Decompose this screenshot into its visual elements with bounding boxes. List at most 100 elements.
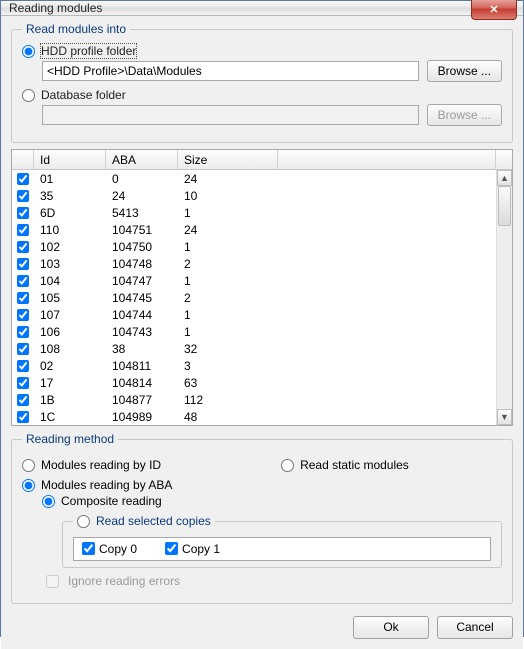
table-row[interactable]: 01024	[12, 170, 512, 187]
cell-id: 108	[34, 342, 106, 356]
close-button[interactable]: ✕	[471, 0, 517, 20]
radio-database-label: Database folder	[41, 88, 126, 102]
cell-size: 1	[178, 240, 278, 254]
radio-by-aba[interactable]	[22, 479, 35, 492]
cell-size: 1	[178, 308, 278, 322]
check-copy0[interactable]	[82, 542, 95, 555]
cell-id: 102	[34, 240, 106, 254]
cell-aba: 38	[106, 342, 178, 356]
cell-aba: 104744	[106, 308, 178, 322]
table-row[interactable]: 1051047452	[12, 289, 512, 306]
row-checkbox[interactable]	[17, 326, 29, 338]
scroll-thumb[interactable]	[498, 186, 511, 226]
cell-aba: 104743	[106, 325, 178, 339]
table-row[interactable]: 021048113	[12, 357, 512, 374]
cell-id: 01	[34, 172, 106, 186]
hdd-profile-path-input[interactable]	[42, 61, 419, 81]
table-row[interactable]: 1041047471	[12, 272, 512, 289]
cell-aba: 0	[106, 172, 178, 186]
cell-aba: 104750	[106, 240, 178, 254]
cell-size: 1	[178, 206, 278, 220]
radio-by-id[interactable]	[22, 459, 35, 472]
cell-id: 106	[34, 325, 106, 339]
table-row[interactable]: 11010475124	[12, 221, 512, 238]
table-row[interactable]: 6D54131	[12, 204, 512, 221]
row-checkbox[interactable]	[17, 394, 29, 406]
cell-size: 2	[178, 291, 278, 305]
row-checkbox[interactable]	[17, 173, 29, 185]
cell-id: 02	[34, 359, 106, 373]
cell-id: 35	[34, 189, 106, 203]
row-checkbox[interactable]	[17, 343, 29, 355]
radio-static-label: Read static modules	[300, 458, 409, 472]
cell-size: 24	[178, 172, 278, 186]
radio-read-selected[interactable]	[77, 515, 90, 528]
col-size[interactable]: Size	[178, 150, 278, 169]
table-row[interactable]: 1061047431	[12, 323, 512, 340]
table-row[interactable]: 1B104877112	[12, 391, 512, 408]
cell-aba: 104747	[106, 274, 178, 288]
table-row[interactable]: 1083832	[12, 340, 512, 357]
read-into-legend: Read modules into	[22, 22, 130, 36]
cell-aba: 104811	[106, 359, 178, 373]
col-aba[interactable]: ABA	[106, 150, 178, 169]
cell-id: 103	[34, 257, 106, 271]
col-scroll-header	[496, 150, 512, 169]
check-ignore-errors	[46, 575, 59, 588]
row-checkbox[interactable]	[17, 275, 29, 287]
list-header: Id ABA Size	[12, 150, 512, 170]
cell-aba: 5413	[106, 206, 178, 220]
cell-size: 10	[178, 189, 278, 203]
cancel-button[interactable]: Cancel	[437, 616, 513, 639]
radio-by-aba-label: Modules reading by ABA	[41, 478, 172, 492]
table-row[interactable]: 1031047482	[12, 255, 512, 272]
row-checkbox[interactable]	[17, 241, 29, 253]
table-row[interactable]: 1071047441	[12, 306, 512, 323]
title-bar: Reading modules ✕	[1, 1, 523, 16]
cell-aba: 104989	[106, 410, 178, 424]
cell-id: 17	[34, 376, 106, 390]
col-check[interactable]	[12, 150, 34, 169]
row-checkbox[interactable]	[17, 207, 29, 219]
radio-hdd-profile-label: HDD profile folder	[41, 44, 136, 58]
scroll-up-icon[interactable]: ▲	[497, 170, 512, 186]
cell-size: 24	[178, 223, 278, 237]
check-copy1-label: Copy 1	[182, 542, 220, 556]
reading-method-group: Reading method Modules reading by ID Rea…	[11, 432, 513, 604]
table-row[interactable]: 352410	[12, 187, 512, 204]
ok-button[interactable]: Ok	[353, 616, 429, 639]
table-row[interactable]: 1710481463	[12, 374, 512, 391]
read-into-group: Read modules into HDD profile folder Bro…	[11, 22, 513, 143]
col-spacer	[278, 150, 496, 169]
cell-id: 105	[34, 291, 106, 305]
scrollbar[interactable]: ▲ ▼	[496, 170, 512, 425]
scroll-down-icon[interactable]: ▼	[497, 409, 512, 425]
check-copy1[interactable]	[165, 542, 178, 555]
reading-method-legend: Reading method	[22, 432, 118, 446]
database-path-input	[42, 105, 419, 125]
read-selected-copies-group: Read selected copies Copy 0 Copy 1	[62, 512, 502, 568]
radio-composite-label: Composite reading	[61, 494, 162, 508]
radio-static[interactable]	[281, 459, 294, 472]
row-checkbox[interactable]	[17, 190, 29, 202]
radio-database[interactable]	[22, 89, 35, 102]
row-checkbox[interactable]	[17, 411, 29, 423]
cell-size: 112	[178, 393, 278, 407]
radio-composite[interactable]	[42, 495, 55, 508]
row-checkbox[interactable]	[17, 258, 29, 270]
col-id[interactable]: Id	[34, 150, 106, 169]
row-checkbox[interactable]	[17, 224, 29, 236]
table-row[interactable]: 1C10498948	[12, 408, 512, 425]
check-copy0-label: Copy 0	[99, 542, 137, 556]
table-row[interactable]: 1021047501	[12, 238, 512, 255]
browse-profile-button[interactable]: Browse ...	[427, 60, 502, 82]
row-checkbox[interactable]	[17, 377, 29, 389]
cell-size: 48	[178, 410, 278, 424]
row-checkbox[interactable]	[17, 309, 29, 321]
cell-id: 1B	[34, 393, 106, 407]
row-checkbox[interactable]	[17, 292, 29, 304]
modules-list[interactable]: Id ABA Size 010243524106D541311101047512…	[11, 149, 513, 426]
cell-id: 6D	[34, 206, 106, 220]
radio-hdd-profile[interactable]	[22, 45, 35, 58]
row-checkbox[interactable]	[17, 360, 29, 372]
